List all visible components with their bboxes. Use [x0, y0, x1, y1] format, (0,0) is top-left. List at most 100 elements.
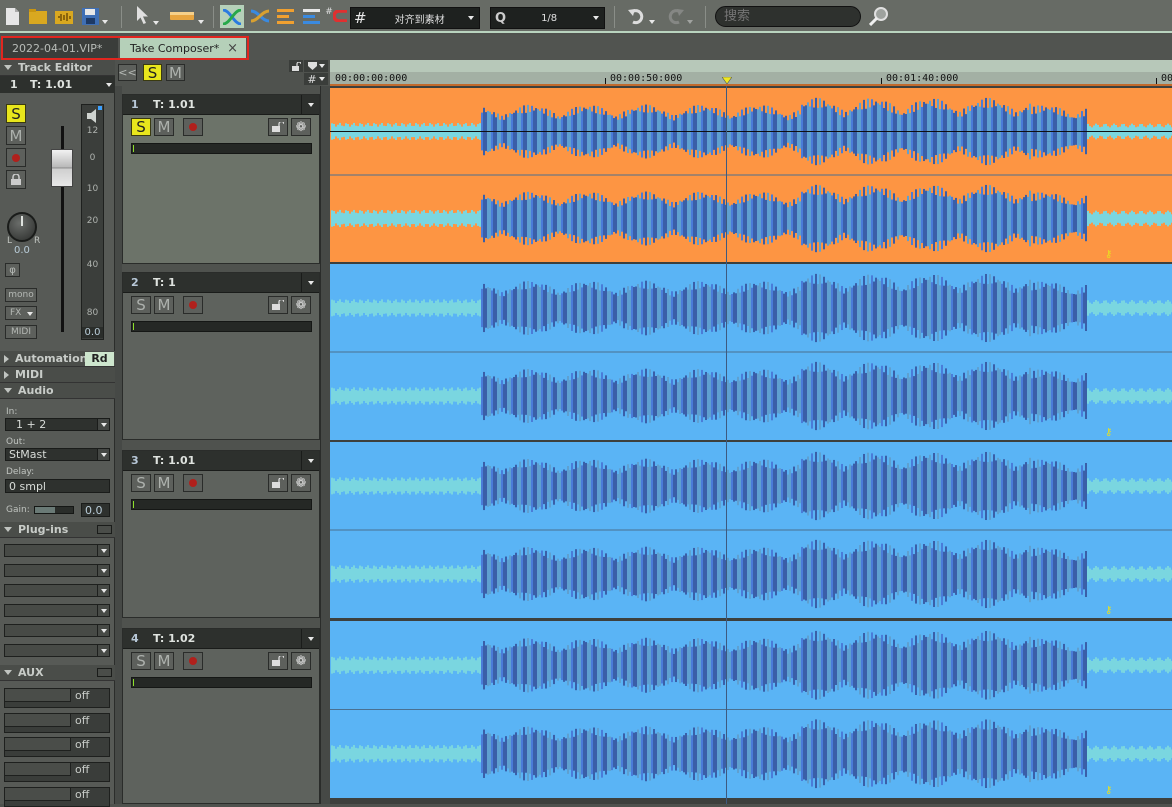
mute-button[interactable]: M [154, 474, 174, 492]
snap-mode-select[interactable]: # 对齐到素材 [350, 7, 480, 29]
inspector-mute-button[interactable]: M [6, 126, 26, 145]
track-editor-header[interactable]: Track Editor [0, 60, 115, 76]
aux-send[interactable]: off [4, 713, 110, 733]
inspector-lock-button[interactable] [6, 170, 26, 189]
output-routing-select[interactable]: StMast [5, 448, 110, 461]
lock-button[interactable] [268, 652, 288, 670]
aux-send[interactable]: off [4, 737, 110, 757]
solo-button[interactable]: S [131, 652, 151, 670]
fx-button[interactable]: FX [5, 306, 37, 320]
marker-lane[interactable] [330, 60, 1172, 72]
pointer-tool-icon[interactable] [133, 6, 161, 26]
lock-button[interactable] [268, 474, 288, 492]
inspector-record-button[interactable] [6, 148, 26, 167]
range-tool-icon[interactable] [170, 6, 204, 26]
lock-button[interactable] [268, 118, 288, 136]
undo-icon[interactable] [625, 6, 657, 26]
save-icon[interactable] [82, 6, 108, 26]
quantize-select[interactable]: Q 1/8 [490, 7, 605, 29]
aux-section-header[interactable]: AUX [0, 665, 115, 681]
gain-value-field[interactable]: 0.0 [81, 503, 110, 517]
midi-section-header[interactable]: MIDI [0, 367, 115, 383]
audio-folder-icon[interactable] [55, 6, 73, 26]
grid-dropdown-icon[interactable]: # [304, 73, 328, 86]
track-lane-1[interactable]: ⚷ [330, 88, 1172, 262]
delay-field[interactable]: 0 smpl [5, 479, 110, 493]
aux-bypass-toggle[interactable] [97, 668, 112, 677]
input-routing-select[interactable]: 1 + 2 [5, 418, 110, 431]
freeze-button[interactable]: ❁ [291, 474, 311, 492]
aux-send-level[interactable] [5, 788, 71, 801]
track-header-2[interactable]: 2 T: 1 S M ❁ [122, 272, 320, 440]
track-header-3[interactable]: 3 T: 1.01 S M ❁ [122, 450, 320, 618]
plugins-section-header[interactable]: Plug-ins [0, 522, 115, 538]
playhead-marker-icon[interactable] [722, 77, 732, 84]
range-dropdown-icon[interactable] [198, 20, 204, 24]
plugin-slot[interactable] [4, 604, 110, 617]
close-tab-icon[interactable]: × [227, 41, 238, 56]
track-title-bar[interactable]: 1 T: 1.01 [123, 95, 319, 115]
aux-send-level[interactable] [5, 689, 71, 702]
lock-open-icon[interactable] [289, 60, 303, 72]
waveform-clip[interactable]: ⚷ [330, 88, 1172, 262]
global-mute-button[interactable]: M [166, 64, 185, 82]
midi-button[interactable]: MIDI [5, 325, 37, 339]
pointer-dropdown-icon[interactable] [152, 21, 159, 25]
solo-button[interactable]: S [131, 474, 151, 492]
time-ruler[interactable]: 00:00:00:000 00:00:50:000 00:01:40:000 0… [330, 72, 1172, 86]
aux-send[interactable]: off [4, 787, 110, 807]
inspector-track-select[interactable]: 1 T: 1.01 [0, 76, 115, 93]
tab-take-composer[interactable]: Take Composer* × [120, 37, 246, 59]
redo-icon[interactable] [663, 6, 695, 26]
crossfade-icon[interactable] [220, 5, 244, 28]
crossfade-alt-icon[interactable] [249, 6, 271, 26]
search-input[interactable] [715, 6, 861, 27]
waveform-clip[interactable]: ⚷ [330, 264, 1172, 440]
aux-send-level[interactable] [5, 738, 71, 751]
record-arm-button[interactable] [183, 296, 203, 314]
track-header-splitter[interactable] [115, 86, 122, 804]
open-folder-icon[interactable] [29, 6, 47, 26]
aux-send[interactable]: off [4, 688, 110, 708]
freeze-button[interactable]: ❁ [291, 652, 311, 670]
mono-button[interactable]: mono [5, 288, 37, 302]
freeze-button[interactable]: ❁ [291, 118, 311, 136]
automation-read-button[interactable]: Rd [85, 352, 114, 366]
mute-button[interactable]: M [154, 118, 174, 136]
search-icon[interactable] [868, 6, 890, 26]
solo-button[interactable]: S [131, 118, 151, 136]
plugin-slot[interactable] [4, 624, 110, 637]
snap-magnet-icon[interactable]: # [325, 6, 347, 26]
plugin-slot[interactable] [4, 544, 110, 557]
aux-send-level[interactable] [5, 763, 71, 776]
tracks-blue-icon[interactable] [302, 6, 320, 26]
aux-send[interactable]: off [4, 762, 110, 782]
aux-send-level[interactable] [5, 714, 71, 727]
plugin-slot[interactable] [4, 564, 110, 577]
track-lane-2[interactable]: ⚷ [330, 264, 1172, 440]
save-dropdown-icon[interactable] [102, 20, 108, 24]
undo-dropdown-icon[interactable] [648, 20, 655, 24]
automation-section-header[interactable]: Automation Rd [0, 351, 115, 367]
mute-button[interactable]: M [154, 296, 174, 314]
waveform-clip[interactable]: ⚷ [330, 621, 1172, 798]
new-file-icon[interactable] [5, 6, 19, 26]
collapse-inspector-button[interactable]: << [118, 64, 137, 81]
freeze-button[interactable]: ❁ [291, 296, 311, 314]
track-title-bar[interactable]: 2 T: 1 [123, 273, 319, 293]
plugins-bypass-toggle[interactable] [97, 525, 112, 534]
mute-button[interactable]: M [154, 652, 174, 670]
plugin-slot[interactable] [4, 584, 110, 597]
gain-slider[interactable] [34, 506, 74, 514]
record-arm-button[interactable] [183, 474, 203, 492]
audio-section-header[interactable]: Audio [0, 383, 115, 399]
inspector-solo-button[interactable]: S [6, 104, 26, 123]
waveform-clip[interactable]: ⚷ [330, 442, 1172, 618]
plugin-slot[interactable] [4, 644, 110, 657]
global-solo-button[interactable]: S [143, 64, 162, 82]
redo-dropdown-icon[interactable] [686, 20, 693, 24]
track-lane-3[interactable]: ⚷ [330, 442, 1172, 618]
solo-button[interactable]: S [131, 296, 151, 314]
track-header-4[interactable]: 4 T: 1.02 S M ❁ [122, 628, 320, 804]
track-title-bar[interactable]: 4 T: 1.02 [123, 629, 319, 649]
